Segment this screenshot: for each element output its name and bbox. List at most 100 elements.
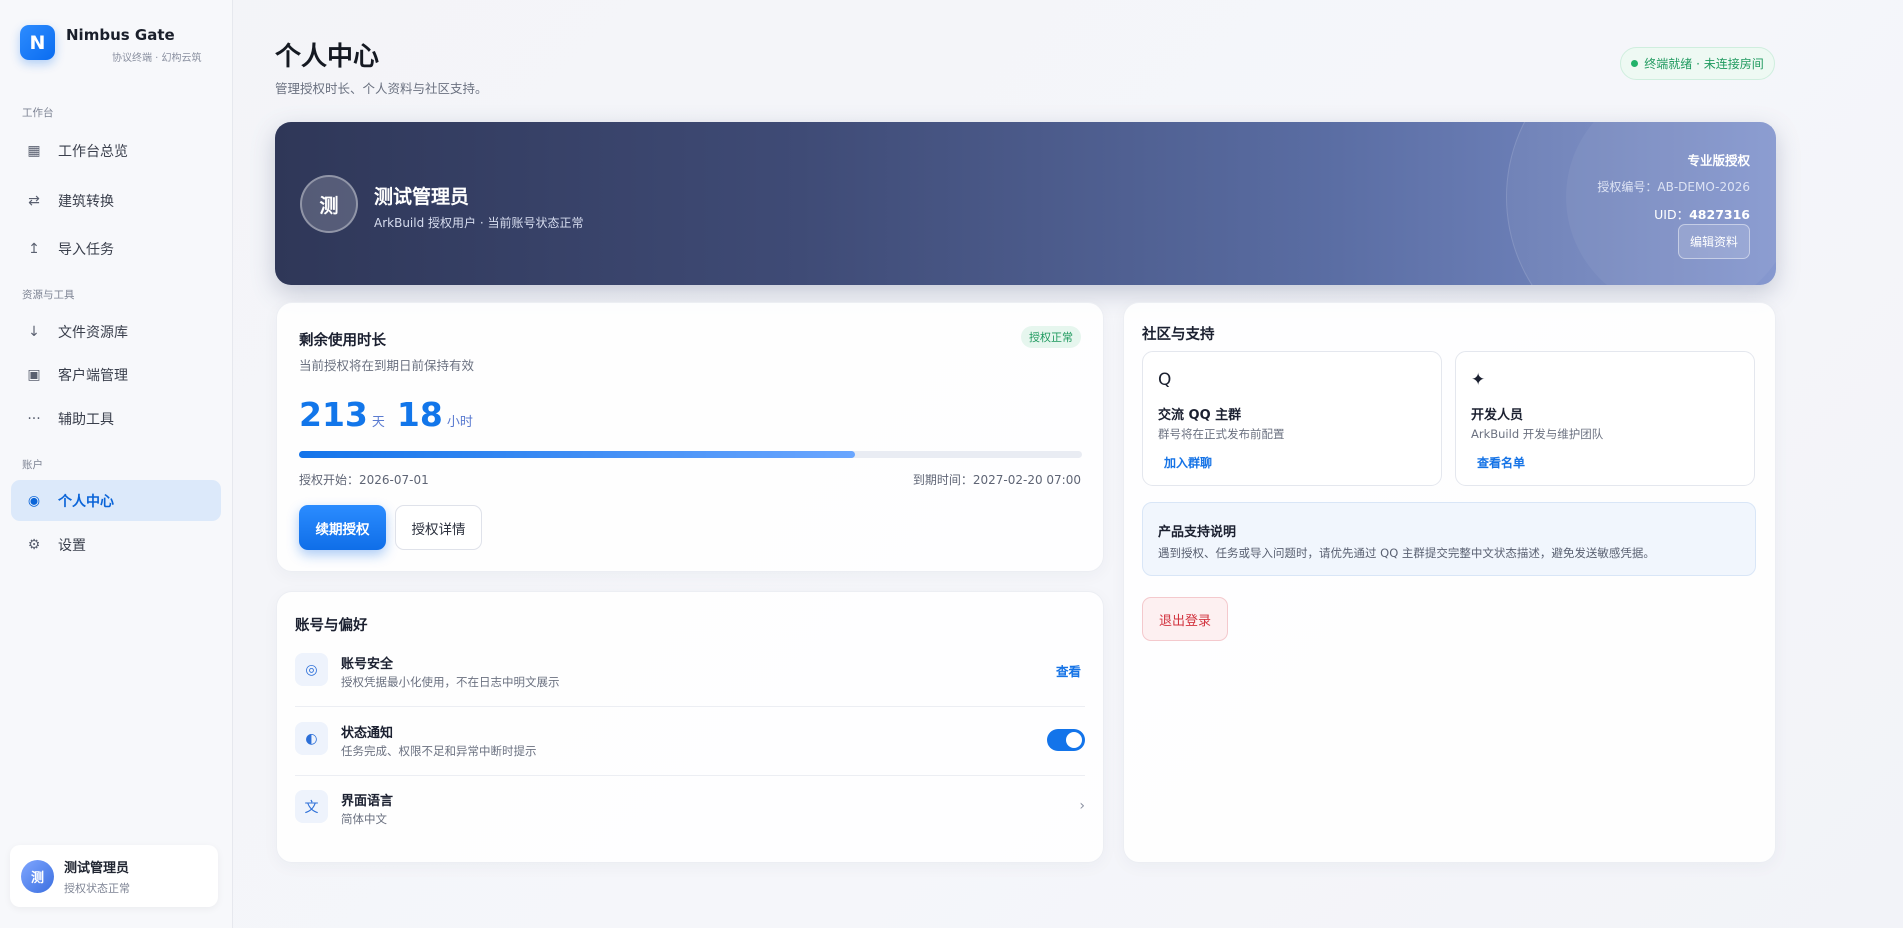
profile-name: 测试管理员 [374,186,470,208]
sidebar-item-overview[interactable]: ▦ 工作台总览 [11,130,221,171]
chevron-right-icon: › [1079,798,1085,814]
shield-icon: ◎ [295,653,328,686]
license-details-button[interactable]: 授权详情 [395,505,482,550]
user-status: 授权状态正常 [64,881,130,895]
brand-name: Nimbus Gate [66,26,175,44]
sidebar-item-label: 客户端管理 [58,367,128,384]
more-icon: ··· [27,410,41,427]
window-icon: ▣ [27,366,41,383]
card-item-desc: 群号将在正式发布前配置 [1158,427,1285,441]
sidebar-item-files[interactable]: ↓ 文件资源库 [11,311,221,352]
view-list-link[interactable]: 查看名单 [1477,454,1525,471]
row-desc: 授权凭据最小化使用，不在日志中明文展示 [341,675,560,689]
list-item-language[interactable]: 文 界面语言 简体中文 › [295,776,1085,844]
brand: N Nimbus Gate 协议终端 · 幻构云筑 [20,25,202,64]
row-desc: 任务完成、权限不足和异常中断时提示 [341,744,537,758]
account-card: 账号与偏好 ◎ 账号安全 授权凭据最小化使用，不在日志中明文展示 查看 ◐ 状态… [276,591,1104,863]
profile-hero: 测 测试管理员 ArkBuild 授权用户 · 当前账号状态正常 专业版授权 授… [275,122,1776,285]
swap-icon: ⇄ [28,192,40,209]
remaining-hours: 18 [396,395,443,434]
remaining-days: 213 [299,395,368,434]
sidebar-item-profile[interactable]: ◉ 个人中心 [11,480,221,521]
status-text: 终端就绪 · 未连接房间 [1644,57,1764,71]
target-icon: ◉ [27,492,41,509]
sparkle-icon: ✦ [1471,370,1486,390]
divider [295,706,1085,707]
uid-value: 4827316 [1689,207,1750,222]
sidebar-item-clients[interactable]: ▣ 客户端管理 [11,354,221,395]
card-item-desc: ArkBuild 开发与维护团队 [1471,427,1604,441]
sidebar-item-label: 辅助工具 [58,411,114,428]
license-end: 到期时间：2027-02-20 07:00 [912,473,1081,487]
edit-profile-button[interactable]: 编辑资料 [1678,224,1750,259]
sidebar-item-tools[interactable]: ··· 辅助工具 [11,398,221,439]
days-unit: 天 [371,415,385,430]
sidebar-item-label: 个人中心 [58,493,114,510]
gear-icon: ⚙ [27,536,41,553]
sidebar-item-convert[interactable]: ⇄ 建筑转换 [11,180,221,221]
nav-section-resources: 资源与工具 [22,289,75,301]
developers-card: ✦ 开发人员 ArkBuild 开发与维护团队 查看名单 [1455,351,1755,486]
avatar: 测 [21,859,54,893]
view-security-link[interactable]: 查看 [1056,661,1081,680]
list-item-notifications: ◐ 状态通知 任务完成、权限不足和异常中断时提示 [295,708,1085,776]
upload-icon: ↥ [28,240,40,257]
license-start: 授权开始：2026-07-01 [299,473,429,487]
profile-description: ArkBuild 授权用户 · 当前账号状态正常 [374,216,584,230]
language-icon: 文 [295,790,328,823]
sidebar-item-label: 工作台总览 [58,143,128,160]
license-number: 授权编号：AB-DEMO-2026 [1597,180,1750,194]
sidebar-item-settings[interactable]: ⚙ 设置 [11,524,221,565]
join-group-link[interactable]: 加入群聊 [1164,454,1212,471]
qq-group-card: Q 交流 QQ 主群 群号将在正式发布前配置 加入群聊 [1142,351,1442,486]
card-item-title: 开发人员 [1471,408,1524,423]
grid-icon: ▦ [27,142,41,159]
toggle-knob [1066,732,1082,748]
brand-subtitle: 协议终端 · 幻构云筑 [112,53,202,64]
row-title: 状态通知 [341,726,394,741]
row-title: 界面语言 [341,794,394,809]
row-title: 账号安全 [341,657,394,672]
card-title: 剩余使用时长 [299,333,386,349]
status-dot-icon [1631,60,1639,67]
license-info: 专业版授权 授权编号：AB-DEMO-2026 UID：4827316 [1597,150,1750,223]
download-icon: ↓ [28,323,40,340]
hours-unit: 小时 [446,415,473,430]
license-tier: 专业版授权 [1687,153,1750,168]
notify-icon: ◐ [295,722,328,755]
brand-logo: N [20,25,55,60]
sidebar-item-label: 文件资源库 [58,324,128,341]
renew-button[interactable]: 续期授权 [299,505,386,550]
page-title: 个人中心 [275,42,380,72]
notifications-toggle[interactable] [1047,729,1085,751]
sidebar-item-label: 导入任务 [58,241,114,258]
card-title: 社区与支持 [1142,327,1215,343]
avatar: 测 [300,175,358,233]
community-card: 社区与支持 Q 交流 QQ 主群 群号将在正式发布前配置 加入群聊 ✦ 开发人员… [1123,302,1776,863]
nav-section-workspace: 工作台 [22,107,54,119]
sidebar-user-card[interactable]: 测 测试管理员 授权状态正常 [10,845,218,907]
status-badge: 终端就绪 · 未连接房间 [1620,47,1775,80]
card-item-title: 交流 QQ 主群 [1158,408,1242,423]
support-desc: 遇到授权、任务或导入问题时，请优先通过 QQ 主群提交完整中文状态描述，避免发送… [1158,546,1655,560]
nav-section-account: 账户 [22,459,43,471]
uid: UID：4827316 [1654,207,1750,222]
support-title: 产品支持说明 [1158,525,1237,540]
sidebar-item-label: 建筑转换 [58,193,114,210]
sidebar: N Nimbus Gate 协议终端 · 幻构云筑 工作台 ▦ 工作台总览 ⇄ … [0,0,233,928]
card-title: 账号与偏好 [295,618,368,634]
page-subtitle: 管理授权时长、个人资料与社区支持。 [275,81,488,96]
logout-button[interactable]: 退出登录 [1142,597,1228,641]
remaining-time: 213 天 18 小时 [299,395,485,434]
license-status-badge: 授权正常 [1021,326,1081,348]
license-progress-bar [299,451,1082,458]
support-notice: 产品支持说明 遇到授权、任务或导入问题时，请优先通过 QQ 主群提交完整中文状态… [1142,502,1756,576]
license-subtitle: 当前授权将在到期日前保持有效 [299,358,475,373]
license-card: 剩余使用时长 授权正常 当前授权将在到期日前保持有效 213 天 18 小时 授… [276,302,1104,572]
progress-fill [299,451,855,458]
sidebar-item-import[interactable]: ↥ 导入任务 [11,228,221,269]
row-desc: 简体中文 [341,812,387,826]
user-name: 测试管理员 [64,860,130,876]
list-item-security: ◎ 账号安全 授权凭据最小化使用，不在日志中明文展示 查看 [295,639,1085,707]
search-icon: Q [1158,370,1172,390]
